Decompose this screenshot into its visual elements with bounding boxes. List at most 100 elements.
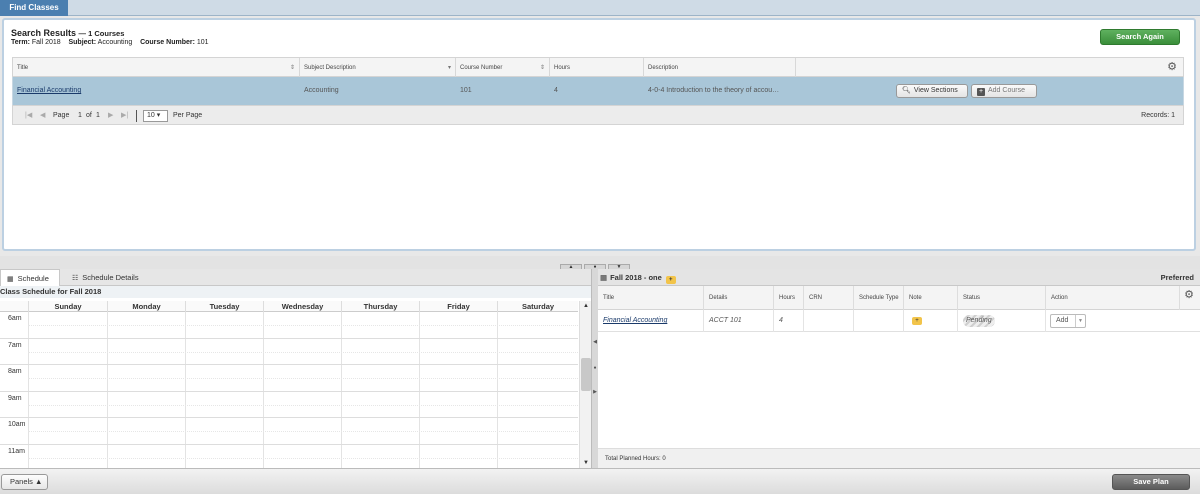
action-select[interactable]: Add ▼ [1050, 314, 1086, 328]
day-wednesday: Wednesday [263, 301, 341, 312]
day-friday: Friday [419, 301, 497, 312]
add-course-button[interactable]: + Add Course [971, 84, 1037, 98]
scroll-up-icon[interactable]: ▲ [580, 303, 592, 309]
calendar-scrollbar[interactable]: ▲ ▼ [579, 301, 591, 468]
plan-hours-cell: 4 [774, 310, 804, 332]
page-current[interactable]: 1 [78, 106, 82, 126]
schedule-tabs: ▦ Schedule ☷ Schedule Details [0, 269, 591, 286]
day-sunday: Sunday [28, 301, 107, 312]
plan-note-cell: + [904, 310, 958, 332]
total-planned-hours: Total Planned Hours: 0 [598, 448, 1200, 468]
save-plan-button[interactable]: Save Plan [1112, 474, 1190, 490]
chevron-up-icon: ▲ [35, 477, 43, 486]
plan-grid-header: Title Details Hours CRN Schedule Type No… [598, 286, 1200, 310]
view-sections-button[interactable]: 🔍︎ View Sections [896, 84, 968, 98]
plan-schedule-type-cell [854, 310, 904, 332]
results-grid: Title ⇕ Subject Description ▾ Course Numbe… [12, 57, 1184, 125]
col-status[interactable]: Status [958, 286, 1046, 310]
bottom-bar: Panels ▲ Save Plan [0, 468, 1200, 494]
col-note[interactable]: Note [904, 286, 958, 310]
plan-details-cell: ACCT 101 [704, 310, 774, 332]
search-criteria: Term: Fall 2018 Subject: Accounting Cour… [11, 39, 209, 46]
day-tuesday: Tuesday [185, 301, 263, 312]
calendar-icon: ▦ [600, 273, 608, 282]
add-note-icon[interactable]: + [665, 276, 676, 284]
col-title[interactable]: Title ⇕ [13, 58, 300, 78]
results-title: Search Results — 1 Courses [11, 28, 125, 38]
plan-status-cell: Pending [958, 310, 1046, 332]
pager-divider [136, 110, 137, 122]
plan-panel: ▦ Fall 2018 - one + Preferred Title Detail… [598, 269, 1200, 468]
plan-action-cell: Add ▼ [1046, 310, 1200, 332]
plan-crn-cell [804, 310, 854, 332]
plan-course-title-link[interactable]: Financial Accounting [598, 310, 704, 332]
schedule-title: Class Schedule for Fall 2018 [0, 286, 591, 298]
col-subject-description[interactable]: Subject Description ▾ [300, 58, 456, 78]
gear-icon[interactable]: ⚙ [1184, 290, 1194, 301]
calendar-header: Sunday Monday Tuesday Wednesday Thursday… [0, 301, 578, 312]
table-row[interactable]: Financial Accounting ACCT 101 4 + Pendin… [598, 310, 1200, 332]
tab-schedule[interactable]: ▦ Schedule [0, 269, 60, 286]
results-count: — 1 Courses [78, 29, 125, 38]
tab-schedule-details[interactable]: ☷ Schedule Details [66, 269, 145, 286]
hour-row: 11am [0, 445, 578, 469]
next-page-icon[interactable]: ▶ [108, 106, 113, 126]
description-cell: 4-0-4 Introduction to the theory of acco… [648, 87, 780, 94]
panels-button[interactable]: Panels ▲ [1, 474, 48, 490]
plan-header: ▦ Fall 2018 - one + Preferred [598, 269, 1200, 286]
sort-icon: ⇕ [289, 65, 295, 71]
hour-row: 6am [0, 312, 578, 339]
records-count: Records: 1 [1141, 112, 1175, 119]
hour-row: 8am [0, 365, 578, 392]
top-tab-bar: Find Classes [0, 0, 1200, 16]
table-row[interactable]: Financial Accounting Accounting 101 4 4-… [12, 77, 1184, 105]
first-page-icon[interactable]: |◀ [25, 106, 32, 126]
col-plan-title[interactable]: Title [598, 286, 704, 310]
add-note-icon[interactable]: + [912, 317, 922, 325]
gear-icon[interactable]: ⚙ [1167, 62, 1177, 73]
search-results-panel: Search Results — 1 Courses Term: Fall 20… [2, 18, 1196, 251]
day-monday: Monday [107, 301, 185, 312]
day-thursday: Thursday [341, 301, 419, 312]
results-grid-header: Title ⇕ Subject Description ▾ Course Numbe… [12, 57, 1184, 78]
hour-row: 10am [0, 418, 578, 445]
plan-title: ▦ Fall 2018 - one + [600, 269, 676, 286]
schedule-panel: ▦ Schedule ☷ Schedule Details Class Schedu… [0, 269, 592, 468]
calendar-body[interactable]: 6am 7am 8am 9am 10am 11am [0, 312, 578, 468]
calendar-icon: ▦ [7, 276, 14, 283]
hours-cell: 4 [554, 87, 558, 94]
col-details[interactable]: Details [704, 286, 774, 310]
sort-icon: ⇕ [539, 65, 545, 71]
chevron-down-icon: ▼ [1075, 315, 1085, 327]
list-icon: ☷ [72, 275, 79, 282]
hour-row: 7am [0, 339, 578, 365]
search-again-button[interactable]: Search Again [1100, 29, 1180, 45]
last-page-icon[interactable]: ▶| [121, 106, 128, 126]
subject-cell: Accounting [304, 87, 339, 94]
col-schedule-type[interactable]: Schedule Type [854, 286, 904, 310]
preferred-label: Preferred [1160, 273, 1194, 282]
results-header: Search Results — 1 Courses Term: Fall 20… [11, 28, 209, 46]
hour-row: 9am [0, 392, 578, 418]
magnifier-icon: 🔍︎ [902, 87, 911, 94]
scroll-down-icon[interactable]: ▼ [580, 460, 592, 466]
calendar: Sunday Monday Tuesday Wednesday Thursday… [0, 301, 578, 468]
prev-page-icon[interactable]: ◀ [40, 106, 45, 126]
course-title-link[interactable]: Financial Accounting [13, 77, 300, 105]
col-description[interactable]: Description [644, 58, 796, 78]
col-plan-hours[interactable]: Hours [774, 286, 804, 310]
status-badge: Pending [963, 315, 995, 327]
col-crn[interactable]: CRN [804, 286, 854, 310]
col-course-number[interactable]: Course Number ⇕ [456, 58, 550, 78]
col-hours[interactable]: Hours [550, 58, 644, 78]
pagination-bar: |◀ ◀ Page 1 of 1 ▶ ▶| 10 ▾ Per Page Reco… [12, 105, 1184, 125]
scroll-thumb[interactable] [581, 358, 591, 391]
sort-desc-icon: ▾ [447, 65, 451, 71]
col-action[interactable]: Action [1046, 286, 1180, 310]
course-number-cell: 101 [460, 87, 472, 94]
per-page-select[interactable]: 10 ▾ [143, 110, 168, 122]
plus-icon: + [977, 88, 985, 96]
tab-find-classes[interactable]: Find Classes [0, 0, 68, 16]
day-saturday: Saturday [497, 301, 578, 312]
panel-splitter: ▲ ● ▼ [0, 256, 1200, 270]
